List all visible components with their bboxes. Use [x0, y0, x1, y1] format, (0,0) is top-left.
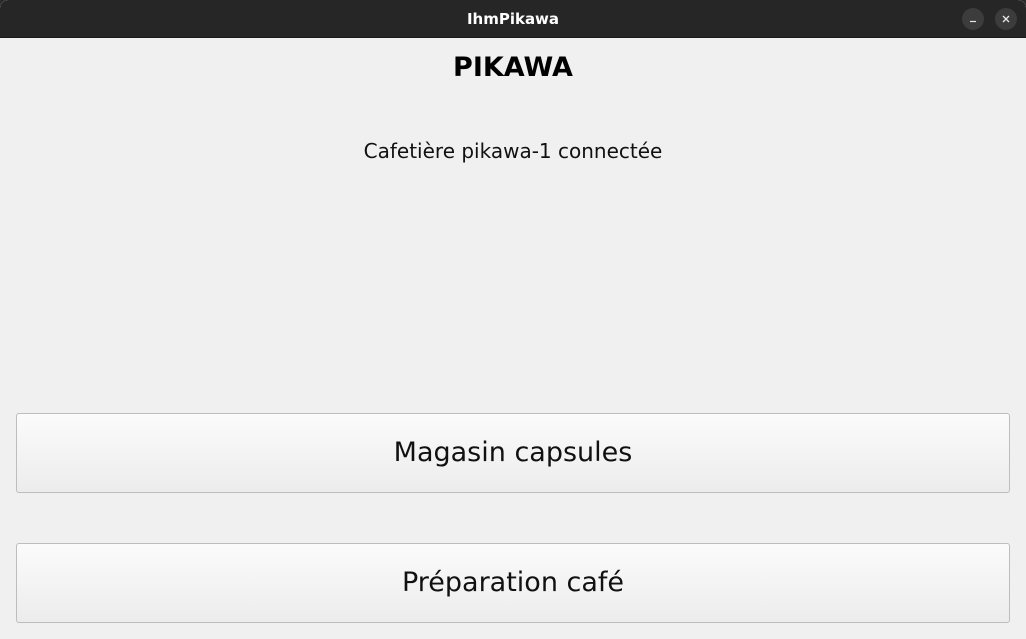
close-icon	[1002, 15, 1010, 23]
app-window: IhmPikawa PIKAWA Cafetière pikawa-1 conn…	[0, 0, 1026, 639]
window-title: IhmPikawa	[466, 10, 560, 28]
preparation-cafe-label: Préparation café	[401, 567, 625, 598]
magasin-capsules-button[interactable]: Magasin capsules	[16, 413, 1010, 493]
page-title: PIKAWA	[453, 52, 573, 83]
title-bar[interactable]: IhmPikawa	[0, 0, 1026, 38]
magasin-capsules-label: Magasin capsules	[393, 437, 633, 468]
close-button[interactable]	[995, 8, 1017, 30]
connection-status: Cafetière pikawa-1 connectée	[363, 139, 663, 163]
preparation-cafe-button[interactable]: Préparation café	[16, 543, 1010, 623]
minimize-button[interactable]	[962, 8, 984, 30]
minimize-icon	[970, 20, 976, 23]
